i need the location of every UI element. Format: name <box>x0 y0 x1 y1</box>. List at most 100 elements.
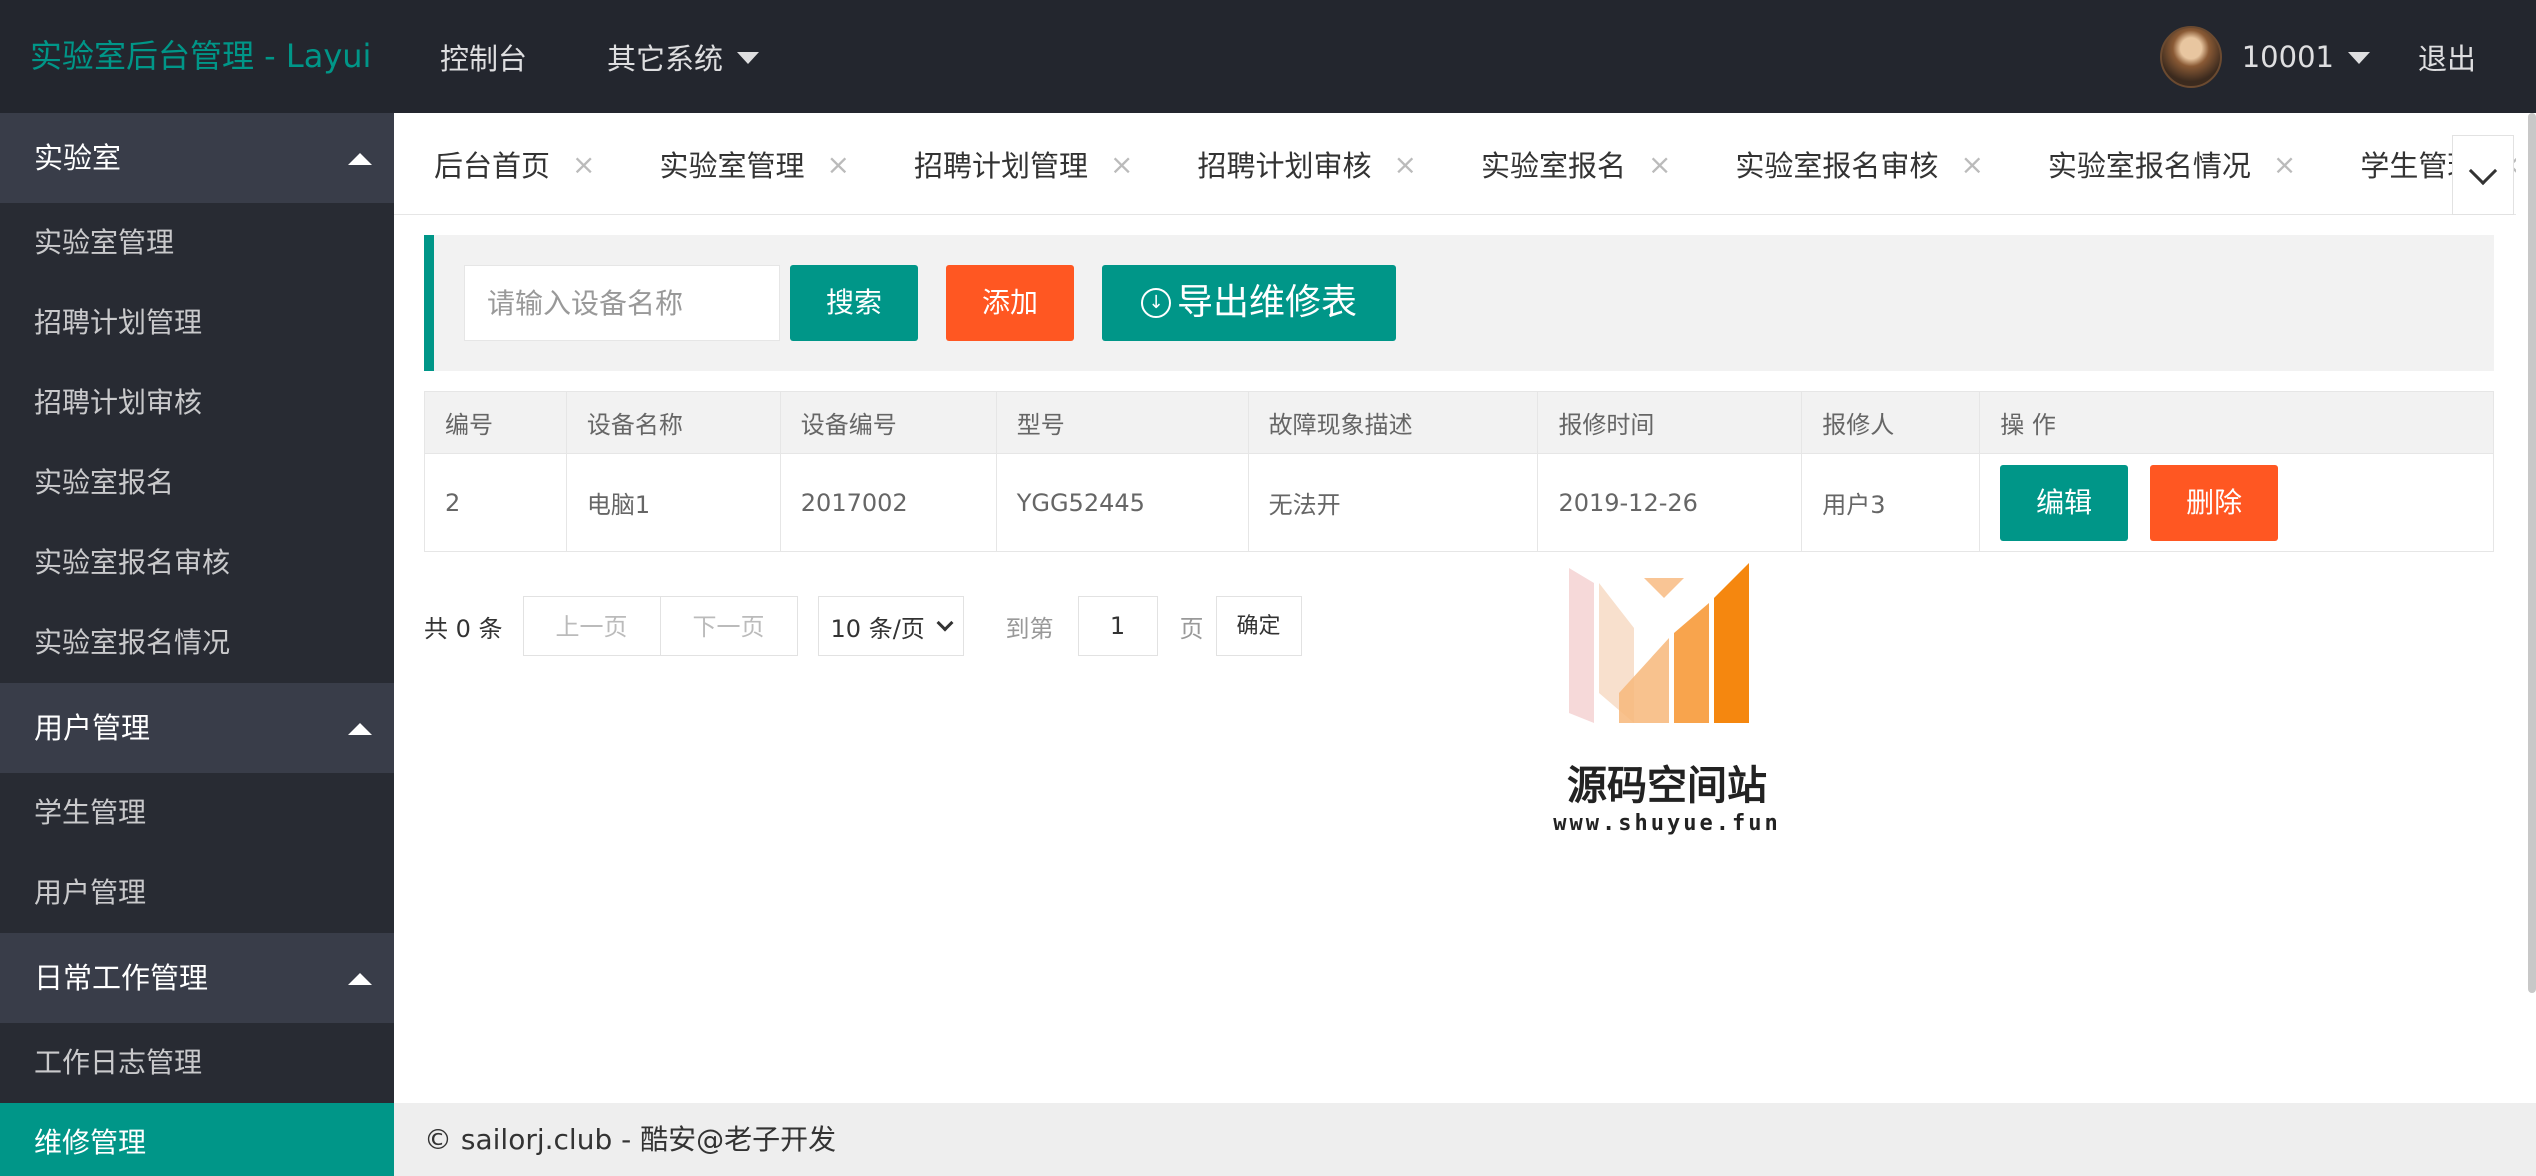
col-header-actions: 操 作 <box>1979 391 2494 454</box>
avatar[interactable] <box>2159 25 2222 88</box>
sidebar-item-repair[interactable]: 维修管理 <box>0 1103 394 1176</box>
nav-other-systems[interactable]: 其它系统 <box>607 36 760 78</box>
table-row: 2 电脑1 2017002 YGG52445 无法开 2019-12-26 用户… <box>424 453 2494 552</box>
cell-reporter: 用户3 <box>1801 453 1981 552</box>
tab-label: 招聘计划审核 <box>1197 149 1372 183</box>
tab-label: 实验室报名情况 <box>2047 149 2251 183</box>
tab-label: 招聘计划管理 <box>913 149 1088 183</box>
app-logo-title[interactable]: 实验室后台管理 - Layui <box>30 0 371 113</box>
cell-device-code: 2017002 <box>779 453 997 552</box>
cell-report-time: 2019-12-26 <box>1537 453 1803 552</box>
logout-link[interactable]: 退出 <box>2418 36 2476 78</box>
sidebar-item-signup-review[interactable]: 实验室报名审核 <box>0 523 394 603</box>
sidebar-group-items: 工作日志管理 维修管理 <box>0 1023 394 1176</box>
tab-more-button[interactable] <box>2452 135 2514 215</box>
sidebar-group-label: 用户管理 <box>34 711 151 745</box>
page-unit-label: 页 <box>1179 614 1204 643</box>
skip-label: 到第 <box>1005 614 1054 643</box>
sidebar-group-users[interactable]: 用户管理 <box>0 683 394 773</box>
col-header-device-code[interactable]: 设备编号 <box>779 391 997 454</box>
sidebar-item-lab-signup[interactable]: 实验室报名 <box>0 443 394 523</box>
search-button[interactable]: 搜索 <box>790 265 918 341</box>
vertical-scrollbar[interactable] <box>2528 113 2536 993</box>
nav-other-systems-label: 其它系统 <box>607 41 724 76</box>
col-header-model[interactable]: 型号 <box>995 391 1249 454</box>
tab-home[interactable]: 后台首页 × <box>394 113 619 214</box>
username-label: 10001 <box>2241 39 2334 74</box>
watermark-logo-icon <box>1569 563 1749 723</box>
nav-console[interactable]: 控制台 <box>440 36 527 78</box>
tab-recruit-plan[interactable]: 招聘计划管理 × <box>874 113 1157 214</box>
export-repair-button[interactable]: ↓ 导出维修表 <box>1102 265 1396 341</box>
close-icon[interactable]: × <box>1960 148 1983 181</box>
cell-id: 2 <box>424 453 567 552</box>
next-page-button[interactable]: 下一页 <box>660 596 798 656</box>
page-number-input[interactable] <box>1077 596 1158 656</box>
page-size-select[interactable]: 10 条/页 <box>817 596 964 656</box>
sidebar-item-lab-manage[interactable]: 实验室管理 <box>0 203 394 283</box>
chevron-down-icon <box>2468 156 2498 186</box>
tab-lab-manage[interactable]: 实验室管理 × <box>619 113 873 214</box>
col-header-id[interactable]: 编号 <box>424 391 567 454</box>
sidebar-group-lab[interactable]: 实验室 <box>0 113 394 203</box>
sidebar-group-items: 学生管理 用户管理 <box>0 773 394 933</box>
tab-signup-status[interactable]: 实验室报名情况 × <box>2008 113 2320 214</box>
close-icon[interactable]: × <box>827 148 850 181</box>
sidebar-item-students[interactable]: 学生管理 <box>0 773 394 853</box>
repair-table: 编号 设备名称 设备编号 型号 故障现象描述 报修时间 报修人 操 作 2 电脑… <box>424 391 2494 552</box>
close-icon[interactable]: × <box>1393 148 1416 181</box>
caret-up-icon <box>348 723 372 735</box>
edit-button[interactable]: 编辑 <box>2000 464 2129 541</box>
col-header-reporter[interactable]: 报修人 <box>1801 391 1981 454</box>
caret-up-icon <box>348 153 372 165</box>
tab-recruit-review[interactable]: 招聘计划审核 × <box>1157 113 1440 214</box>
pagination: 共 0 条 上一页下一页 10 条/页 到第 页 确定 <box>424 595 1302 657</box>
watermark-url: www.shuyue.fun <box>1553 811 1781 836</box>
sidebar-item-recruit-plan[interactable]: 招聘计划管理 <box>0 283 394 363</box>
cell-device-name: 电脑1 <box>565 453 781 552</box>
tab-label: 实验室报名审核 <box>1735 149 1939 183</box>
confirm-page-button[interactable]: 确定 <box>1215 596 1302 656</box>
sidebar-item-signup-status[interactable]: 实验室报名情况 <box>0 603 394 683</box>
chevron-down-icon <box>737 52 760 64</box>
close-icon[interactable]: × <box>572 148 595 181</box>
sidebar-item-users[interactable]: 用户管理 <box>0 853 394 933</box>
close-icon[interactable]: × <box>1110 148 1133 181</box>
chevron-down-icon <box>2347 52 2370 64</box>
sidebar-group-label: 日常工作管理 <box>34 961 209 995</box>
chevron-down-icon <box>936 614 954 632</box>
delete-button[interactable]: 删除 <box>2150 464 2279 541</box>
table-header-row: 编号 设备名称 设备编号 型号 故障现象描述 报修时间 报修人 操 作 <box>424 391 2494 454</box>
page-size-value: 10 条/页 <box>830 614 925 643</box>
cell-actions: 编辑 删除 <box>1979 453 2494 552</box>
cell-fault: 无法开 <box>1247 453 1539 552</box>
main-content: 后台首页 × 实验室管理 × 招聘计划管理 × 招聘计划审核 × 实验室报名 × 实验室报… <box>394 113 2536 1103</box>
add-button[interactable]: 添加 <box>946 265 1074 341</box>
sidebar-item-work-log[interactable]: 工作日志管理 <box>0 1023 394 1103</box>
col-header-fault[interactable]: 故障现象描述 <box>1247 391 1539 454</box>
total-count: 共 0 条 <box>424 614 503 643</box>
close-icon[interactable]: × <box>1648 148 1671 181</box>
col-header-device-name[interactable]: 设备名称 <box>565 391 781 454</box>
tab-label: 实验室管理 <box>659 149 805 183</box>
nav-console-label: 控制台 <box>440 41 528 76</box>
sidebar-group-items: 实验室管理 招聘计划管理 招聘计划审核 实验室报名 实验室报名审核 实验室报名情… <box>0 203 394 683</box>
tab-label: 实验室报名 <box>1480 149 1626 183</box>
user-menu[interactable]: 10001 <box>2242 40 2370 74</box>
tab-signup-review[interactable]: 实验室报名审核 × <box>1695 113 2007 214</box>
top-nav: 控制台 其它系统 <box>440 0 839 113</box>
tab-bar: 后台首页 × 实验室管理 × 招聘计划管理 × 招聘计划审核 × 实验室报名 × 实验室报… <box>394 113 2516 215</box>
col-header-report-time[interactable]: 报修时间 <box>1537 391 1803 454</box>
export-label: 导出维修表 <box>1176 282 1357 323</box>
prev-page-button[interactable]: 上一页 <box>522 596 661 656</box>
sidebar-item-recruit-review[interactable]: 招聘计划审核 <box>0 363 394 443</box>
close-icon[interactable]: × <box>2273 148 2296 181</box>
download-circle-icon: ↓ <box>1140 288 1171 318</box>
sidebar-group-daily[interactable]: 日常工作管理 <box>0 933 394 1023</box>
sidebar-group-label: 实验室 <box>34 141 122 175</box>
cell-model: YGG52445 <box>995 453 1249 552</box>
footer: © sailorj.club - 酷安@老子开发 <box>394 1103 2536 1176</box>
watermark-title: 源码空间站 <box>1567 763 1767 809</box>
tab-lab-signup[interactable]: 实验室报名 × <box>1441 113 1695 214</box>
search-input[interactable] <box>464 265 780 341</box>
